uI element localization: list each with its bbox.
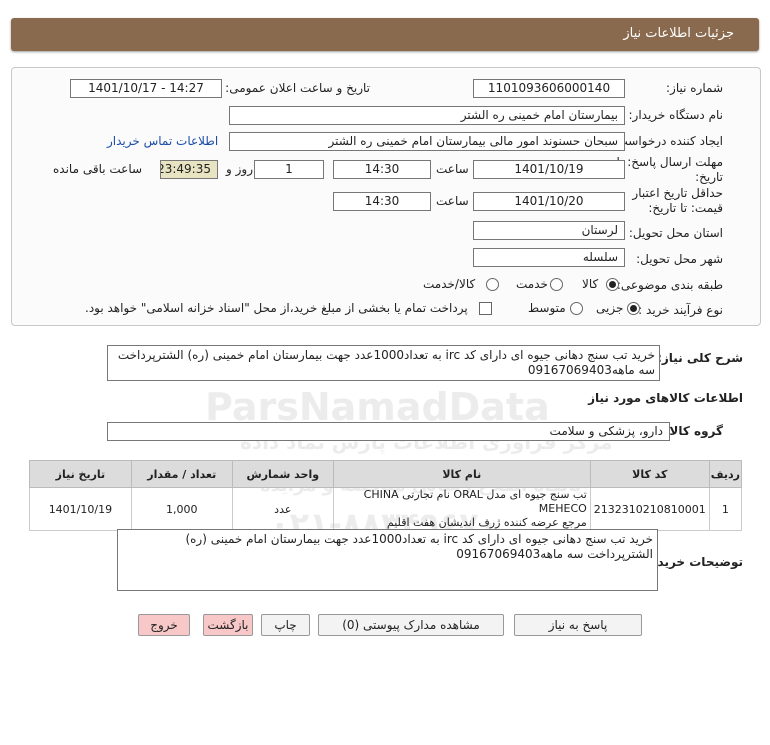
creator-label: ایجاد کننده درخواست: — [612, 134, 723, 148]
cell-name-line2: مرجع عرضه کننده ژرف اندیشان هفت اقلیم — [386, 516, 587, 529]
buyer-org-field: بیمارستان امام خمینی ره الشتر — [229, 106, 625, 125]
remaining-time-field: 23:49:35 — [160, 160, 218, 179]
process-radio-medium[interactable] — [570, 302, 583, 315]
province-label: استان محل تحویل: — [628, 226, 723, 240]
process-option-minor: جزیی — [596, 301, 624, 315]
process-radio-minor[interactable] — [627, 302, 640, 315]
announce-label: تاریخ و ساعت اعلان عمومی: — [225, 81, 370, 95]
reply-time-field: 14:30 — [333, 160, 431, 179]
goods-table: ردیف کد کالا نام کالا واحد شمارش تعداد /… — [29, 460, 743, 531]
need-number-label: شماره نیاز: — [666, 81, 723, 95]
col-date: تاریخ نیاز — [29, 460, 132, 488]
summary-label: شرح کلی نیاز: — [657, 351, 743, 365]
category-radio-service[interactable] — [550, 278, 563, 291]
cell-name: تب سنج جیوه ای مدل ORAL نام تجارتی CHINA… — [332, 487, 591, 531]
goods-info-title: اطلاعات کالاهای مورد نیاز — [588, 391, 743, 405]
reply-deadline-label-line2: تاریخ: — [695, 170, 723, 184]
category-label: طبقه بندی موضوعی: — [616, 278, 723, 292]
province-field: لرستان — [473, 221, 625, 240]
reply-time-label: ساعت — [436, 162, 469, 176]
cell-name-line1: تب سنج جیوه ای مدل ORAL نام تجارتی CHINA… — [363, 488, 587, 515]
city-field: سلسله — [473, 248, 625, 267]
reply-date-field: 1401/10/19 — [473, 160, 625, 179]
validity-label-line2: قیمت: تا تاریخ: — [648, 201, 723, 215]
col-qty: تعداد / مقدار — [130, 460, 233, 488]
reply-deadline-label-line1: مهلت ارسال پاسخ: تا — [616, 155, 723, 169]
col-row: ردیف — [708, 460, 743, 488]
col-unit: واحد شمارش — [231, 460, 334, 488]
validity-time-field: 14:30 — [333, 192, 431, 211]
cell-date: 1401/10/19 — [29, 487, 132, 531]
notes-text: خرید تب سنج دهانی جیوه ای دارای کد irc ب… — [117, 529, 658, 591]
goods-group-label: گروه کالا: — [664, 424, 723, 438]
validity-date-field: 1401/10/20 — [473, 192, 625, 211]
page-title: جزئیات اطلاعات نیاز — [623, 26, 734, 41]
col-name: نام کالا — [332, 460, 591, 488]
announce-field: 1401/10/17 - 14:27 — [70, 79, 222, 98]
validity-time-label: ساعت — [436, 194, 469, 208]
cell-qty: 1,000 — [130, 487, 233, 531]
buyer-contact-link[interactable]: اطلاعات تماس خریدار — [107, 134, 218, 148]
treasury-payment-checkbox[interactable] — [479, 302, 492, 315]
cell-row: 1 — [708, 487, 743, 531]
table-header-row: ردیف کد کالا نام کالا واحد شمارش تعداد /… — [29, 460, 743, 488]
exit-button[interactable]: خروج — [138, 614, 190, 636]
category-option-service: خدمت — [516, 277, 548, 291]
validity-label-line1: حداقل تاریخ اعتبار — [632, 186, 723, 200]
goods-group-field: دارو، پزشکی و سلامت — [107, 422, 670, 441]
buyer-org-label: نام دستگاه خریدار: — [628, 108, 724, 122]
category-option-goods: کالا — [582, 277, 599, 291]
summary-text: خرید تب سنج دهانی جیوه ای دارای کد irc ب… — [107, 345, 660, 381]
view-attachments-button[interactable]: مشاهده مدارک پیوستی (0) — [318, 614, 504, 636]
creator-field: سبحان حسنوند امور مالی بیمارستان امام خم… — [229, 132, 625, 151]
category-radio-goods-service[interactable] — [486, 278, 499, 291]
print-button[interactable]: چاپ — [261, 614, 310, 636]
back-button[interactable]: بازگشت — [203, 614, 253, 636]
process-option-medium: متوسط — [528, 301, 566, 315]
treasury-payment-note: پرداخت تمام یا بخشی از مبلغ خرید،از محل … — [85, 301, 468, 315]
city-label: شهر محل تحویل: — [636, 252, 723, 266]
reply-button[interactable]: پاسخ به نیاز — [514, 614, 642, 636]
process-label: نوع فرآیند خرید : — [638, 303, 723, 317]
col-code: کد کالا — [589, 460, 710, 488]
category-option-goods-service: کالا/خدمت — [423, 277, 476, 291]
table-row: 1 2132310210810001 تب سنج جیوه ای مدل OR… — [29, 487, 743, 531]
remaining-label: ساعت باقی مانده — [53, 162, 143, 176]
need-number-field: 1101093606000140 — [473, 79, 625, 98]
days-field: 1 — [254, 160, 324, 179]
category-radio-goods[interactable] — [606, 278, 619, 291]
cell-code: 2132310210810001 — [589, 487, 710, 531]
cell-unit: عدد — [231, 487, 334, 531]
page-header: جزئیات اطلاعات نیاز — [11, 18, 759, 51]
days-label: روز و — [226, 162, 253, 176]
